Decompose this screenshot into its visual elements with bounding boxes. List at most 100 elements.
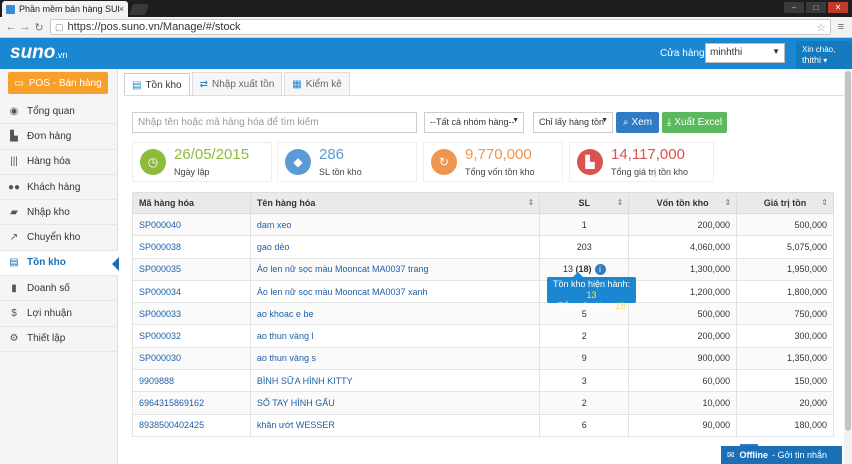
cell-code[interactable]: 9909888 <box>132 369 251 393</box>
favicon-icon <box>6 4 15 14</box>
stat-cost: ↻ 9,770,000 Tổng vốn tồn kho <box>423 142 563 182</box>
store-select[interactable]: minhthi ▼ <box>705 43 785 63</box>
sidebar-item-label: Doanh số <box>27 282 70 294</box>
cell-name[interactable]: ao thun vàng s <box>249 346 541 371</box>
sidebar-item-profit[interactable]: $ Lợi nhuận <box>0 301 118 327</box>
cell-name[interactable]: dam xeo <box>249 212 541 237</box>
page-scrollbar[interactable] <box>844 69 852 464</box>
cell-name[interactable]: Áo len nữ sọc màu Mooncat MA0037 xanh <box>249 279 541 304</box>
page-icon: ▢ <box>55 21 64 32</box>
store-select-value: minhthi <box>710 47 743 58</box>
cell-code[interactable]: SP000033 <box>132 302 251 326</box>
table-row[interactable]: SP000032 ao thun vàng l 2 200,000 300,00… <box>132 324 834 348</box>
tab-close-icon[interactable]: × <box>119 4 124 14</box>
info-icon[interactable]: i <box>594 263 606 275</box>
sidebar-item-transfer[interactable]: ↗ Chuyển kho <box>0 225 118 251</box>
cell-value: 300,000 <box>736 324 834 348</box>
stat-label: Tổng vốn tồn kho <box>465 167 535 177</box>
sidebar-item-stock[interactable]: ▤ Tồn kho <box>0 250 119 277</box>
browser-menu-icon[interactable]: ≡ <box>834 21 848 33</box>
cell-cost: 90,000 <box>628 413 738 437</box>
url-field[interactable]: ▢ https://pos.suno.vn/Manage/#/stock ☆ <box>50 19 831 35</box>
col-cost[interactable]: Vốn tồn kho ⇕ <box>628 192 738 214</box>
product-group-select[interactable]: --Tất cả nhóm hàng-- ▼ <box>424 112 524 133</box>
sidebar-item-customers[interactable]: ●● Khách hàng <box>0 175 118 201</box>
cell-cost: 10,000 <box>628 391 738 415</box>
reload-icon[interactable]: ↻ <box>32 21 46 34</box>
sidebar-item-label: Nhập kho <box>27 206 70 218</box>
table-row[interactable]: 6964315869162 SỔ TAY HÌNH GẤU 2 10,000 2… <box>132 391 834 415</box>
sidebar-item-label: Đơn hàng <box>27 130 72 142</box>
clock-icon: ◷ <box>140 149 166 175</box>
stat-value: 286 <box>319 146 345 163</box>
sidebar-item-import[interactable]: ▰ Nhập kho <box>0 200 118 226</box>
window-close-icon[interactable]: ✕ <box>828 2 848 13</box>
view-button[interactable]: ⌕ Xem <box>616 112 659 133</box>
table-row[interactable]: 9909888 BÌNH SỮA HÌNH KITTY 3 60,000 150… <box>132 369 834 393</box>
cell-code[interactable]: SP000030 <box>132 346 251 371</box>
forward-icon[interactable]: → <box>18 21 32 33</box>
tab-import-export[interactable]: ⇄ Nhập xuất tồn <box>191 72 283 95</box>
col-code[interactable]: Mã hàng hóa <box>132 192 251 214</box>
sidebar-item-orders[interactable]: ▙ Đơn hàng <box>0 124 118 150</box>
cell-code[interactable]: SP000032 <box>132 324 251 348</box>
sidebar-item-overview[interactable]: ◉ Tổng quan <box>0 99 118 125</box>
cell-code[interactable]: 8938500402425 <box>132 413 251 437</box>
pos-label: POS - Bán hàng <box>28 77 102 89</box>
refresh-icon: ↻ <box>431 149 457 175</box>
user-menu[interactable]: Xin chào, thithi ▾ <box>796 41 852 69</box>
truck-icon: ▰ <box>10 206 18 218</box>
cell-code[interactable]: SP000040 <box>132 212 251 237</box>
content-tabs: ▤ Tồn kho ⇄ Nhập xuất tồn ▦ Kiểm kê <box>124 72 352 96</box>
table-row[interactable]: SP000035 Áo len nữ sọc màu Mooncat MA003… <box>132 257 834 281</box>
cell-name[interactable]: khăn ướt WESSER <box>249 413 541 437</box>
stock-filter-select[interactable]: Chỉ lấy hàng tồn ▼ <box>533 112 613 133</box>
cell-code[interactable]: SP000035 <box>132 257 251 281</box>
cell-name[interactable]: BÌNH SỮA HÌNH KITTY <box>249 369 541 393</box>
greeting-text: Xin chào, <box>802 45 836 54</box>
chat-widget[interactable]: ✉ Offline - Gởi tin nhắn <box>721 446 842 464</box>
col-name[interactable]: Tên hàng hóa ⇕ <box>249 192 541 214</box>
browser-tab[interactable]: Phần mềm bán hàng SUN × <box>2 1 128 17</box>
minimize-icon[interactable]: – <box>784 2 804 13</box>
table-row[interactable]: SP000030 ao thun vàng s 9 900,000 1,350,… <box>132 346 834 371</box>
table-row[interactable]: SP000033 ao khoac e be 5 500,000 750,000 <box>132 302 834 326</box>
cell-name[interactable]: ao khoac e be <box>249 302 541 326</box>
new-tab-button[interactable] <box>128 4 150 15</box>
tab-stock[interactable]: ▤ Tồn kho <box>124 73 190 96</box>
export-excel-button[interactable]: ⤓ Xuất Excel <box>662 112 727 133</box>
suno-logo[interactable]: suno.vn <box>10 42 67 64</box>
sidebar-item-sales[interactable]: ▮ Doanh số <box>0 276 118 302</box>
table-row[interactable]: 8938500402425 khăn ướt WESSER 6 90,000 1… <box>132 413 834 437</box>
palette-icon: ◉ <box>9 105 19 117</box>
tab-inventory-check[interactable]: ▦ Kiểm kê <box>284 72 350 95</box>
table-row[interactable]: SP000038 gao dẻo 203 4,060,000 5,075,000 <box>132 235 834 259</box>
exchange-icon: ⇄ <box>199 78 208 90</box>
tag-icon: ◆ <box>285 149 311 175</box>
cell-name[interactable]: Áo len nữ sọc màu Mooncat MA0037 trang <box>249 257 541 281</box>
search-input[interactable]: Nhập tên hoặc mã hàng hóa để tìm kiếm <box>132 112 417 133</box>
sidebar-item-settings[interactable]: ⚙ Thiết lập <box>0 327 118 352</box>
bookmark-star-icon[interactable]: ☆ <box>816 21 826 34</box>
col-value[interactable]: Giá trị tồn ⇕ <box>736 192 834 214</box>
cell-qty: 2 <box>539 324 630 348</box>
cell-name[interactable]: SỔ TAY HÌNH GẤU <box>249 391 541 415</box>
cell-name[interactable]: gao dẻo <box>249 235 541 259</box>
table-row[interactable]: SP000034 Áo len nữ sọc màu Mooncat MA003… <box>132 279 834 304</box>
scrollbar-thumb[interactable] <box>845 71 851 431</box>
stock-table: Mã hàng hóa Tên hàng hóa ⇕ SL ⇕ Vốn tồn kh… <box>132 192 834 437</box>
maximize-icon[interactable]: □ <box>806 2 826 13</box>
pos-sales-button[interactable]: ▭ POS - Bán hàng <box>8 72 108 94</box>
cell-name[interactable]: ao thun vàng l <box>249 324 541 348</box>
sidebar-item-products[interactable]: ||| Hàng hóa <box>0 150 118 175</box>
sidebar-item-label: Khách hàng <box>27 181 81 193</box>
back-icon[interactable]: ← <box>4 21 18 33</box>
tooltip-value: 18 <box>615 301 626 311</box>
cell-code[interactable]: SP000034 <box>132 279 251 304</box>
col-qty[interactable]: SL ⇕ <box>539 192 630 214</box>
cell-code[interactable]: SP000038 <box>132 235 251 259</box>
cell-code[interactable]: 6964315869162 <box>132 391 251 415</box>
table-row[interactable]: SP000040 dam xeo 1 200,000 500,000 <box>132 212 834 237</box>
window-controls: – □ ✕ <box>784 2 848 13</box>
sidebar-item-label: Tổng quan <box>27 105 75 117</box>
